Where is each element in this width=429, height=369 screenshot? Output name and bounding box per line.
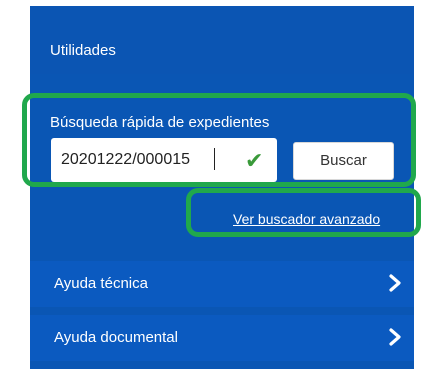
nav-item-label: Ayuda documental	[54, 329, 178, 346]
chevron-right-icon	[389, 274, 401, 292]
panel-header	[30, 6, 414, 74]
nav-item-label: Ayuda técnica	[54, 275, 148, 292]
search-highlight-box	[22, 93, 416, 187]
advanced-link-highlight-box	[186, 188, 421, 237]
panel-title: Utilidades	[50, 42, 116, 59]
nav-item-ayuda-documental[interactable]: Ayuda documental	[30, 315, 414, 361]
chevron-right-icon	[389, 328, 401, 346]
nav-item-ayuda-tecnica[interactable]: Ayuda técnica	[30, 261, 414, 307]
